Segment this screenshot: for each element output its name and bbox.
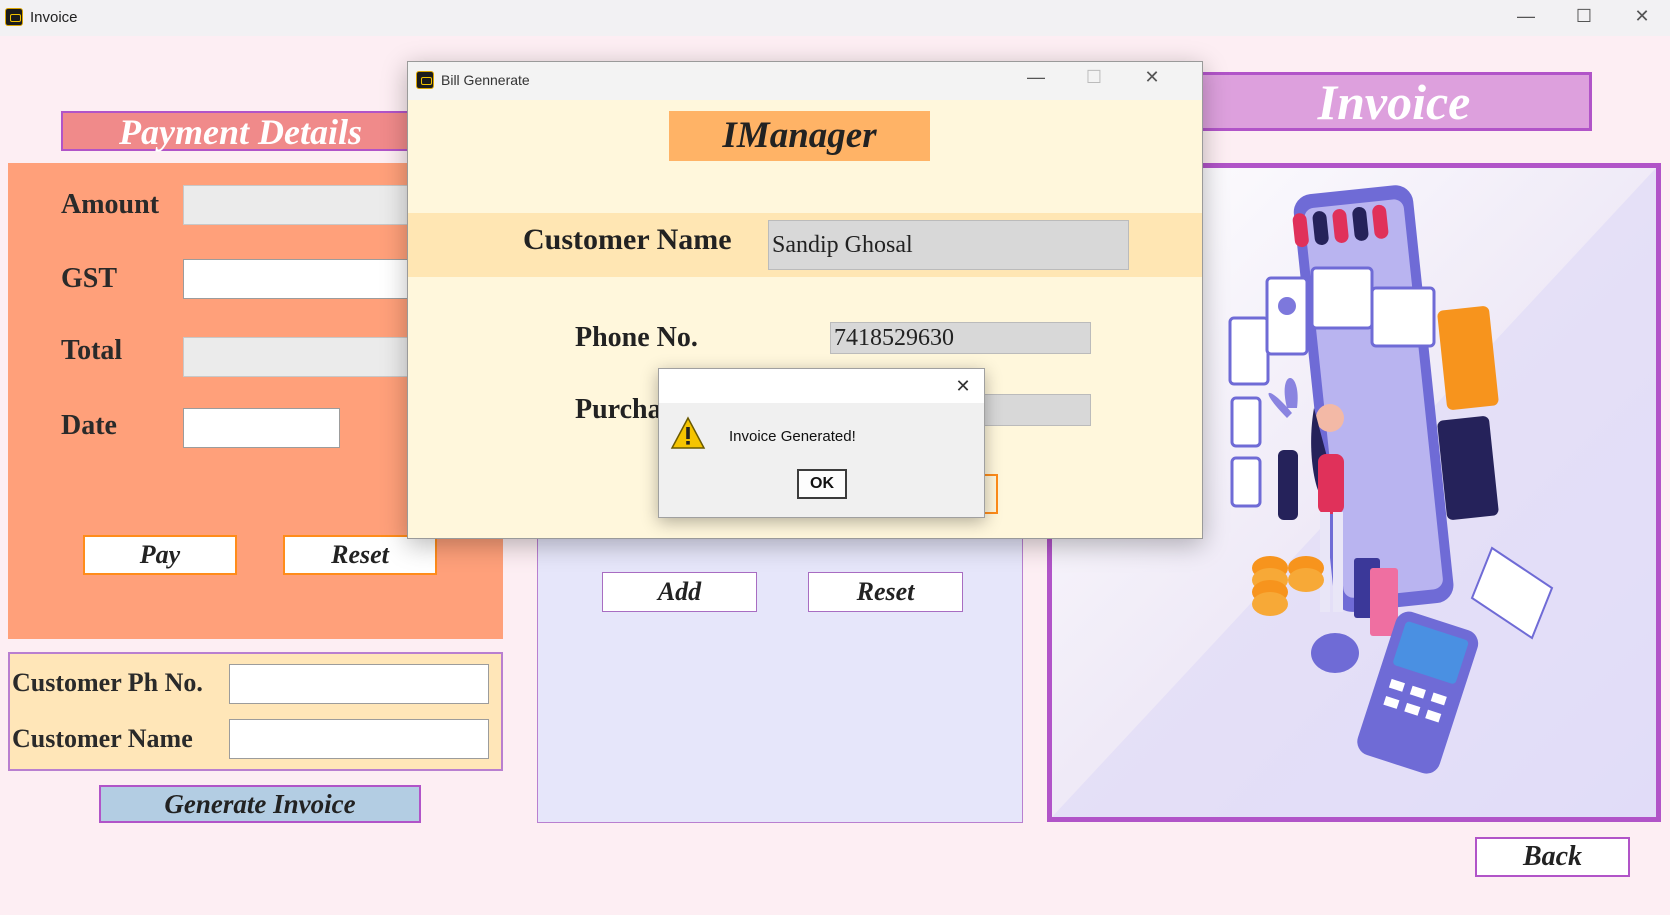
bill-dialog-titlebar: Bill Gennerate — ☐ ✕ — [408, 62, 1202, 100]
customer-phone-field[interactable] — [229, 664, 489, 704]
imanager-heading: IManager — [669, 111, 930, 161]
customer-name-label: Customer Name — [12, 724, 193, 753]
close-button[interactable]: ✕ — [1619, 6, 1665, 27]
customer-panel: Customer Ph No. Customer Name — [8, 652, 503, 771]
ok-button[interactable]: OK — [797, 469, 847, 499]
gst-label: GST — [61, 263, 118, 294]
add-button[interactable]: Add — [602, 572, 757, 612]
maximize-button[interactable]: ☐ — [1561, 6, 1607, 27]
payment-details-header: Payment Details — [61, 111, 420, 151]
bill-customer-name-field[interactable]: Sandip Ghosal — [768, 220, 1129, 270]
bill-customer-name-label: Customer Name — [523, 223, 732, 256]
window-title: Invoice — [30, 9, 78, 26]
generate-invoice-button[interactable]: Generate Invoice — [99, 785, 421, 823]
bill-customer-row: Customer Name Sandip Ghosal — [408, 213, 1202, 277]
invoice-header: Invoice — [1196, 72, 1592, 131]
date-label: Date — [61, 410, 117, 441]
message-dialog-close-button[interactable]: ✕ — [949, 373, 977, 399]
customer-phone-label: Customer Ph No. — [12, 668, 203, 697]
total-label: Total — [61, 335, 123, 366]
minimize-button[interactable]: — — [1503, 6, 1549, 27]
middle-reset-button[interactable]: Reset — [808, 572, 963, 612]
bill-dialog-maximize-button[interactable]: ☐ — [1071, 67, 1117, 88]
bill-dialog-close-button[interactable]: ✕ — [1129, 67, 1175, 88]
message-dialog-titlebar — [659, 369, 984, 403]
message-text: Invoice Generated! — [729, 428, 856, 445]
bill-dialog-app-icon — [416, 71, 434, 89]
app-icon — [5, 8, 23, 26]
message-dialog: ✕ Invoice Generated! OK — [658, 368, 985, 518]
date-field[interactable] — [183, 408, 340, 448]
bill-purchase-label: Purcha — [575, 394, 662, 425]
pay-button[interactable]: Pay — [83, 535, 237, 575]
bill-dialog-title: Bill Gennerate — [441, 72, 530, 88]
bill-dialog-minimize-button[interactable]: — — [1013, 67, 1059, 88]
back-button[interactable]: Back — [1475, 837, 1630, 877]
bill-phone-field[interactable]: 7418529630 — [830, 322, 1091, 354]
customer-name-field[interactable] — [229, 719, 489, 759]
window-titlebar: Invoice — ☐ ✕ — [0, 0, 1670, 36]
amount-label: Amount — [61, 189, 160, 220]
payment-reset-button[interactable]: Reset — [283, 535, 437, 575]
warning-icon — [670, 416, 706, 449]
bill-phone-label: Phone No. — [575, 322, 698, 353]
product-panel: Add Reset — [537, 530, 1023, 823]
